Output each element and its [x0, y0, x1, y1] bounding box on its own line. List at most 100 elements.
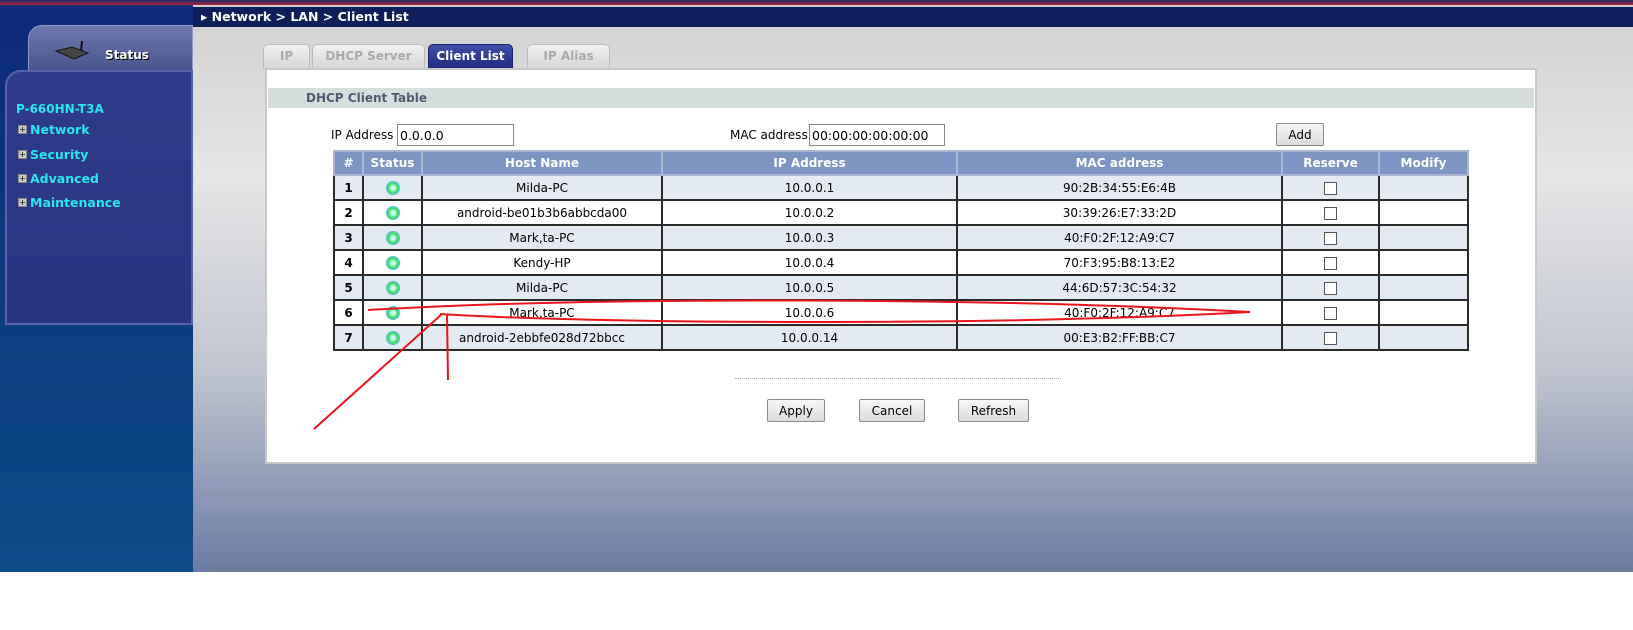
sidebar-item-label: Maintenance [30, 195, 121, 210]
expand-icon: + [18, 150, 27, 159]
sidebar-item-network[interactable]: + Network [18, 122, 90, 137]
status-label: Status [105, 48, 149, 62]
row-number: 5 [333, 274, 364, 301]
host-name: Kendy-HP [421, 249, 663, 276]
col-header-modify: Modify [1378, 150, 1469, 176]
expand-icon: + [18, 198, 27, 207]
add-button[interactable]: Add [1276, 123, 1324, 146]
ip-address: 10.0.0.2 [661, 199, 958, 226]
table-row: 6 Mark,ta-PC 10.0.0.6 40:F0:2F:12:A9:C7 [333, 299, 1469, 326]
reserve-checkbox[interactable] [1324, 331, 1337, 345]
mac-address: 40:F0:2F:12:A9:C7 [956, 224, 1283, 251]
row-number: 4 [333, 249, 364, 276]
host-name: Mark,ta-PC [421, 299, 663, 326]
modify-cell [1378, 274, 1469, 301]
col-header-num: # [333, 150, 364, 176]
table-row: 3 Mark,ta-PC 10.0.0.3 40:F0:2F:12:A9:C7 [333, 224, 1469, 251]
col-header-reserve: Reserve [1281, 150, 1380, 176]
sidebar-item-label: Advanced [30, 171, 99, 186]
modify-cell [1378, 174, 1469, 201]
ip-address: 10.0.0.1 [661, 174, 958, 201]
row-number: 2 [333, 199, 364, 226]
reserve-cell [1281, 249, 1380, 276]
host-name: Milda-PC [421, 274, 663, 301]
reserve-cell [1281, 174, 1380, 201]
reserve-checkbox[interactable] [1324, 306, 1337, 320]
sidebar-item-security[interactable]: + Security [18, 147, 88, 162]
ip-address: 10.0.0.14 [661, 324, 958, 351]
col-header-mac: MAC address [956, 150, 1283, 176]
table-row: 2 android-be01b3b6abbcda00 10.0.0.2 30:3… [333, 199, 1469, 226]
mac-address: 00:E3:B2:FF:BB:C7 [956, 324, 1283, 351]
row-number: 3 [333, 224, 364, 251]
modify-cell [1378, 224, 1469, 251]
tab-ip[interactable]: IP [263, 44, 310, 69]
table-row: 7 android-2ebbfe028d72bbcc 10.0.0.14 00:… [333, 324, 1469, 351]
status-bulb-icon [385, 180, 400, 195]
breadcrumb-text: Network > LAN > Client List [211, 9, 409, 24]
reserve-cell [1281, 199, 1380, 226]
reserve-checkbox[interactable] [1324, 231, 1337, 245]
status-cell [362, 299, 423, 326]
status-cell [362, 274, 423, 301]
refresh-button[interactable]: Refresh [958, 399, 1029, 422]
apply-button[interactable]: Apply [767, 399, 825, 422]
dhcp-client-table: # Status Host Name IP Address MAC addres… [333, 150, 1469, 351]
modify-cell [1378, 324, 1469, 351]
reserve-checkbox[interactable] [1324, 181, 1337, 195]
mac-address: 90:2B:34:55:E6:4B [956, 174, 1283, 201]
ip-address: 10.0.0.3 [661, 224, 958, 251]
reserve-cell [1281, 324, 1380, 351]
device-model: P-660HN-T3A [16, 102, 104, 116]
ip-address: 10.0.0.5 [661, 274, 958, 301]
sidebar-item-label: Network [30, 122, 90, 137]
mac-address: 40:F0:2F:12:A9:C7 [956, 299, 1283, 326]
host-name: Mark,ta-PC [421, 224, 663, 251]
reserve-checkbox[interactable] [1324, 281, 1337, 295]
mac-address-label: MAC address [730, 128, 808, 142]
expand-icon: + [18, 125, 27, 134]
reserve-checkbox[interactable] [1324, 206, 1337, 220]
mac-address: 70:F3:95:B8:13:E2 [956, 249, 1283, 276]
ip-address: 10.0.0.4 [661, 249, 958, 276]
mac-address: 44:6D:57:3C:54:32 [956, 274, 1283, 301]
section-title: DHCP Client Table [268, 88, 1534, 108]
status-cell [362, 224, 423, 251]
status-bulb-icon [385, 255, 400, 270]
status-cell [362, 249, 423, 276]
ip-address-label: IP Address [331, 128, 394, 142]
table-row: 4 Kendy-HP 10.0.0.4 70:F3:95:B8:13:E2 [333, 249, 1469, 276]
host-name: android-be01b3b6abbcda00 [421, 199, 663, 226]
tab-client-list[interactable]: Client List [428, 44, 513, 69]
cancel-button[interactable]: Cancel [859, 399, 925, 422]
reserve-checkbox[interactable] [1324, 256, 1337, 270]
status-bulb-icon [385, 280, 400, 295]
table-row: 5 Milda-PC 10.0.0.5 44:6D:57:3C:54:32 [333, 274, 1469, 301]
divider [735, 378, 1061, 379]
host-name: android-2ebbfe028d72bbcc [421, 324, 663, 351]
sidebar-item-label: Security [30, 147, 89, 162]
status-cell [362, 199, 423, 226]
row-number: 1 [333, 174, 364, 201]
status-bulb-icon [385, 305, 400, 320]
row-number: 7 [333, 324, 364, 351]
status-bulb-icon [385, 205, 400, 220]
col-header-host: Host Name [421, 150, 663, 176]
row-number: 6 [333, 299, 364, 326]
reserve-cell [1281, 224, 1380, 251]
sidebar-item-maintenance[interactable]: + Maintenance [18, 195, 121, 210]
host-name: Milda-PC [421, 174, 663, 201]
tab-ip-alias[interactable]: IP Alias [527, 44, 610, 69]
status-bulb-icon [385, 330, 400, 345]
expand-icon: + [18, 174, 27, 183]
status-bulb-icon [385, 230, 400, 245]
tab-dhcp-server[interactable]: DHCP Server [312, 44, 425, 69]
status-cell [362, 174, 423, 201]
ip-address-input[interactable] [397, 124, 514, 146]
modify-cell [1378, 199, 1469, 226]
router-icon [54, 41, 90, 60]
reserve-cell [1281, 274, 1380, 301]
sidebar-item-advanced[interactable]: + Advanced [18, 171, 99, 186]
mac-address-input[interactable] [809, 124, 945, 146]
ip-address: 10.0.0.6 [661, 299, 958, 326]
